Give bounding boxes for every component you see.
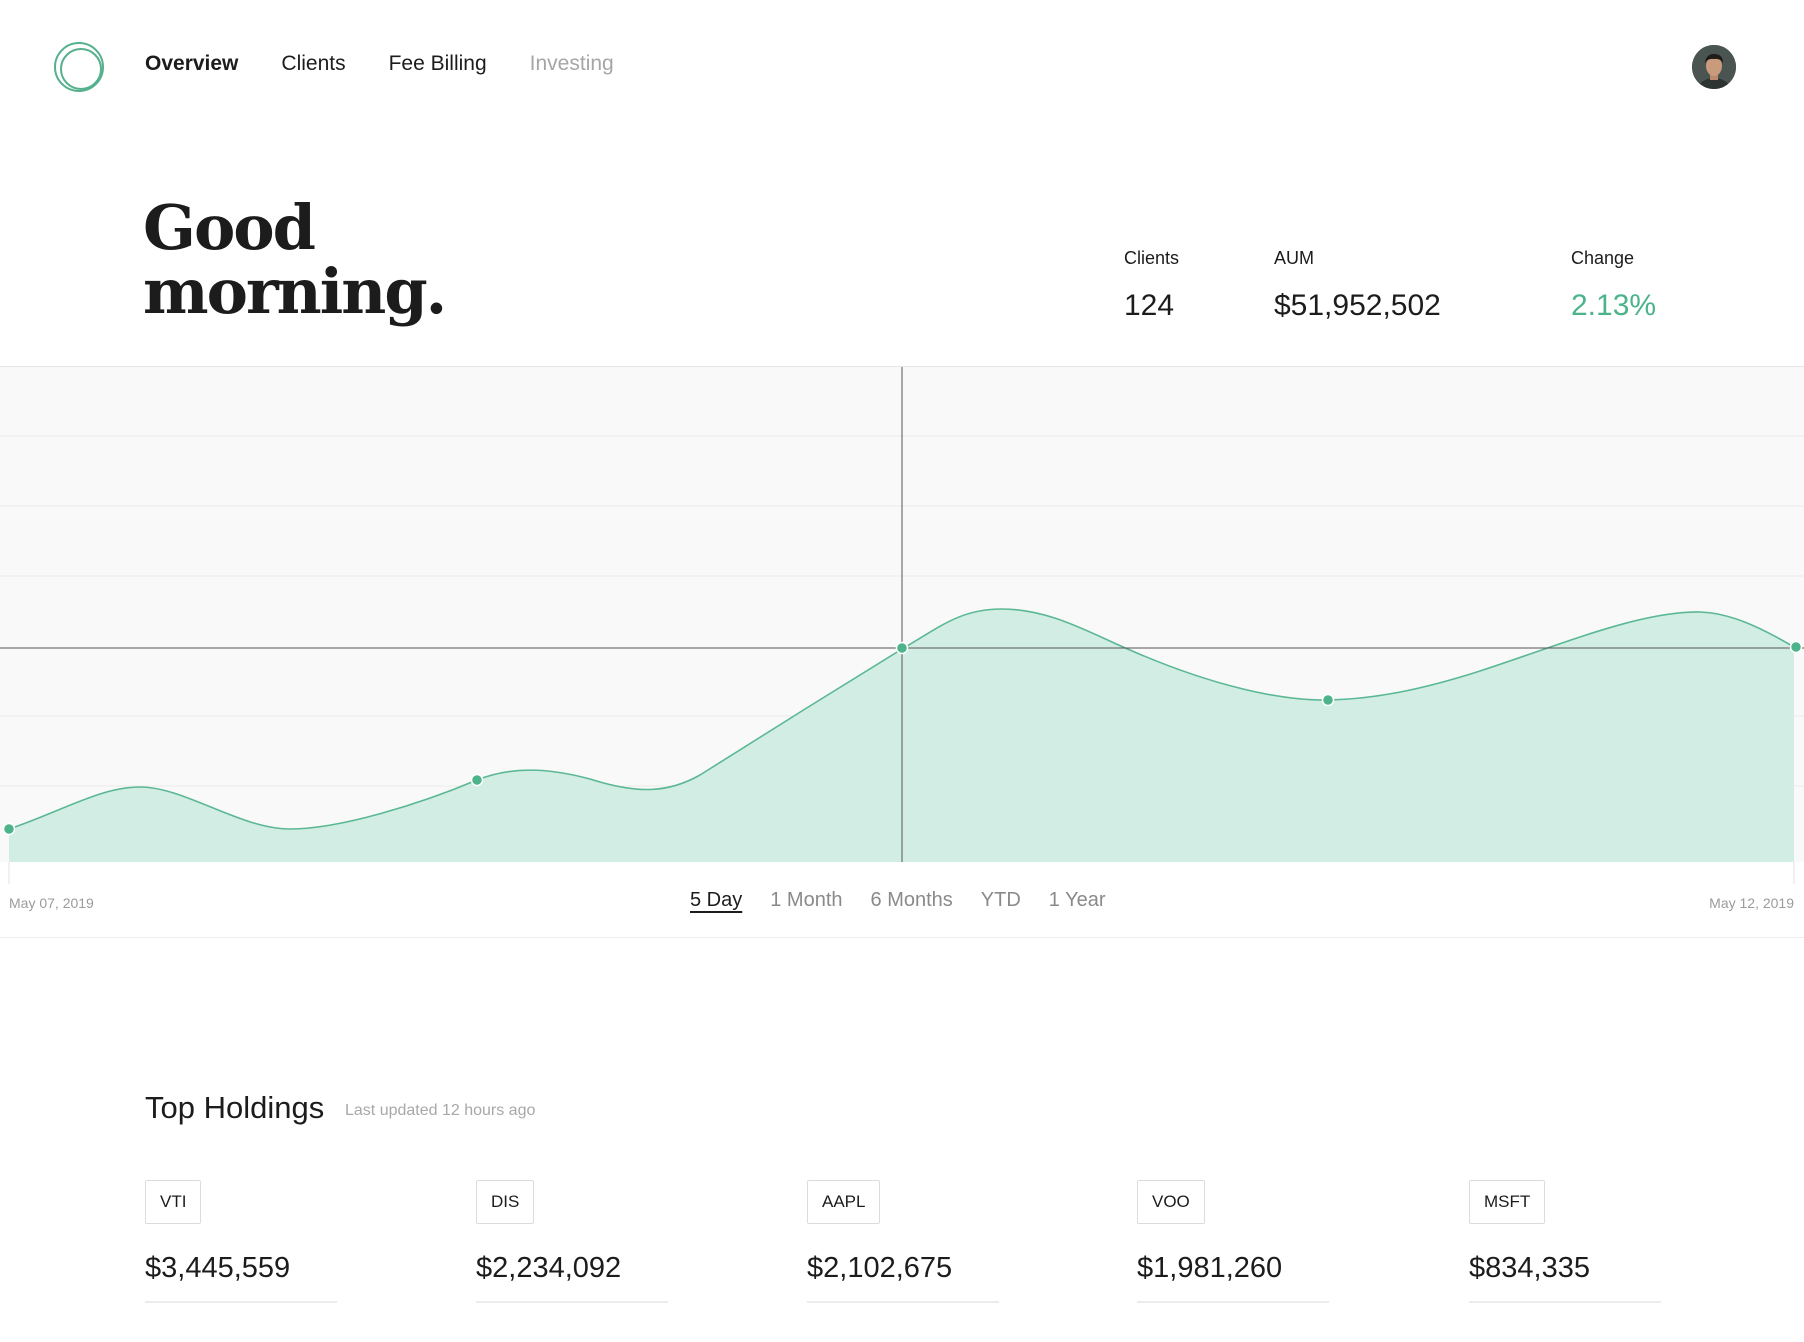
range-1-month[interactable]: 1 Month	[770, 889, 842, 912]
nav-investing[interactable]: Investing	[530, 52, 614, 76]
holding-ticker[interactable]: MSFT	[1469, 1180, 1546, 1224]
greeting-line-2: morning.	[143, 255, 447, 328]
holding-card[interactable]: VTI $3,445,559	[145, 1180, 337, 1303]
greeting-heading: Good morning.	[143, 196, 563, 324]
holding-value: $1,981,260	[1137, 1252, 1329, 1303]
holding-card[interactable]: MSFT $834,335	[1469, 1180, 1661, 1303]
top-nav: Overview Clients Fee Billing Investing	[0, 0, 1804, 134]
avatar[interactable]	[1692, 45, 1736, 89]
nav-clients[interactable]: Clients	[281, 52, 345, 76]
stat-aum-label: AUM	[1274, 248, 1314, 268]
stat-change: Change 2.13%	[1571, 248, 1656, 323]
range-5-day[interactable]: 5 Day	[690, 889, 742, 912]
range-ytd[interactable]: YTD	[981, 889, 1021, 912]
range-1-year[interactable]: 1 Year	[1049, 889, 1106, 912]
holding-ticker[interactable]: VTI	[145, 1180, 202, 1224]
logo-icon[interactable]	[54, 42, 104, 92]
holdings-title: Top Holdings	[145, 1090, 325, 1125]
chart-point[interactable]	[2, 822, 16, 836]
holding-card[interactable]: VOO $1,981,260	[1137, 1180, 1329, 1303]
stat-clients-value: 124	[1124, 289, 1175, 322]
chart-point[interactable]	[470, 773, 484, 787]
holding-ticker[interactable]: AAPL	[807, 1180, 881, 1224]
performance-chart[interactable]: May 07, 2019 May 12, 2019 5 Day 1 Month …	[0, 366, 1804, 938]
avatar-portrait-icon	[1692, 45, 1736, 89]
holding-ticker[interactable]: VOO	[1137, 1180, 1205, 1224]
stat-clients: Clients 124	[1124, 248, 1179, 323]
holding-card[interactable]: AAPL $2,102,675	[807, 1180, 999, 1303]
range-6-months[interactable]: 6 Months	[871, 889, 953, 912]
chart-end-date: May 12, 2019	[1709, 895, 1794, 911]
holding-value: $834,335	[1469, 1252, 1661, 1303]
holdings-updated-text: Last updated 12 hours ago	[345, 1102, 536, 1119]
stat-aum: AUM $51,952,502	[1274, 248, 1441, 323]
performance-chart-svg[interactable]	[0, 367, 1804, 939]
chart-point[interactable]	[1321, 693, 1335, 707]
range-selector: 5 Day 1 Month 6 Months YTD 1 Year	[690, 889, 1106, 912]
nav-fee-billing[interactable]: Fee Billing	[389, 52, 487, 76]
nav-overview[interactable]: Overview	[145, 52, 238, 76]
stat-clients-label: Clients	[1124, 248, 1180, 268]
holding-value: $3,445,559	[145, 1252, 337, 1303]
holding-value: $2,102,675	[807, 1252, 999, 1303]
stat-aum-value: $51,952,502	[1274, 289, 1441, 322]
stat-change-label: Change	[1571, 248, 1635, 268]
chart-point[interactable]	[1789, 640, 1803, 654]
holding-value: $2,234,092	[476, 1252, 668, 1303]
holding-ticker[interactable]: DIS	[476, 1180, 535, 1224]
nav-links: Overview Clients Fee Billing Investing	[145, 52, 614, 76]
stat-change-value: 2.13%	[1571, 289, 1657, 322]
holding-card[interactable]: DIS $2,234,092	[476, 1180, 668, 1303]
chart-point-selected[interactable]	[895, 641, 909, 655]
chart-start-date: May 07, 2019	[9, 895, 94, 911]
greeting-line-1: Good	[143, 191, 316, 264]
